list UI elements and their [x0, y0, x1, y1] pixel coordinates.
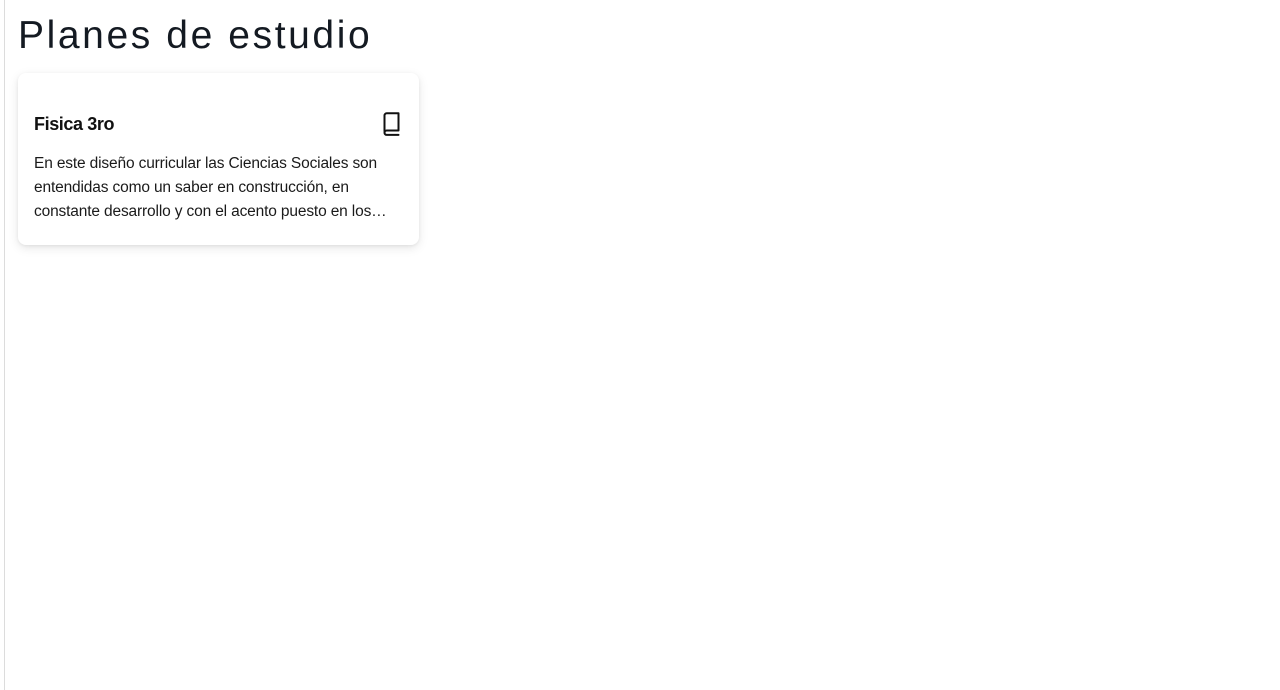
book-icon	[380, 111, 402, 137]
card-description: En este diseño curricular las Ciencias S…	[34, 155, 377, 220]
study-plan-list: Fisica 3ro En este diseño curricular las…	[18, 73, 419, 245]
page-title: Planes de estudio	[18, 14, 373, 57]
card-title: Fisica 3ro	[34, 113, 115, 134]
study-plan-card[interactable]: Fisica 3ro En este diseño curricular las…	[18, 73, 419, 245]
left-divider	[4, 0, 5, 690]
main-content: Planes de estudio Fisica 3ro En este dis…	[18, 0, 1280, 690]
card-header: Fisica 3ro	[34, 111, 403, 137]
